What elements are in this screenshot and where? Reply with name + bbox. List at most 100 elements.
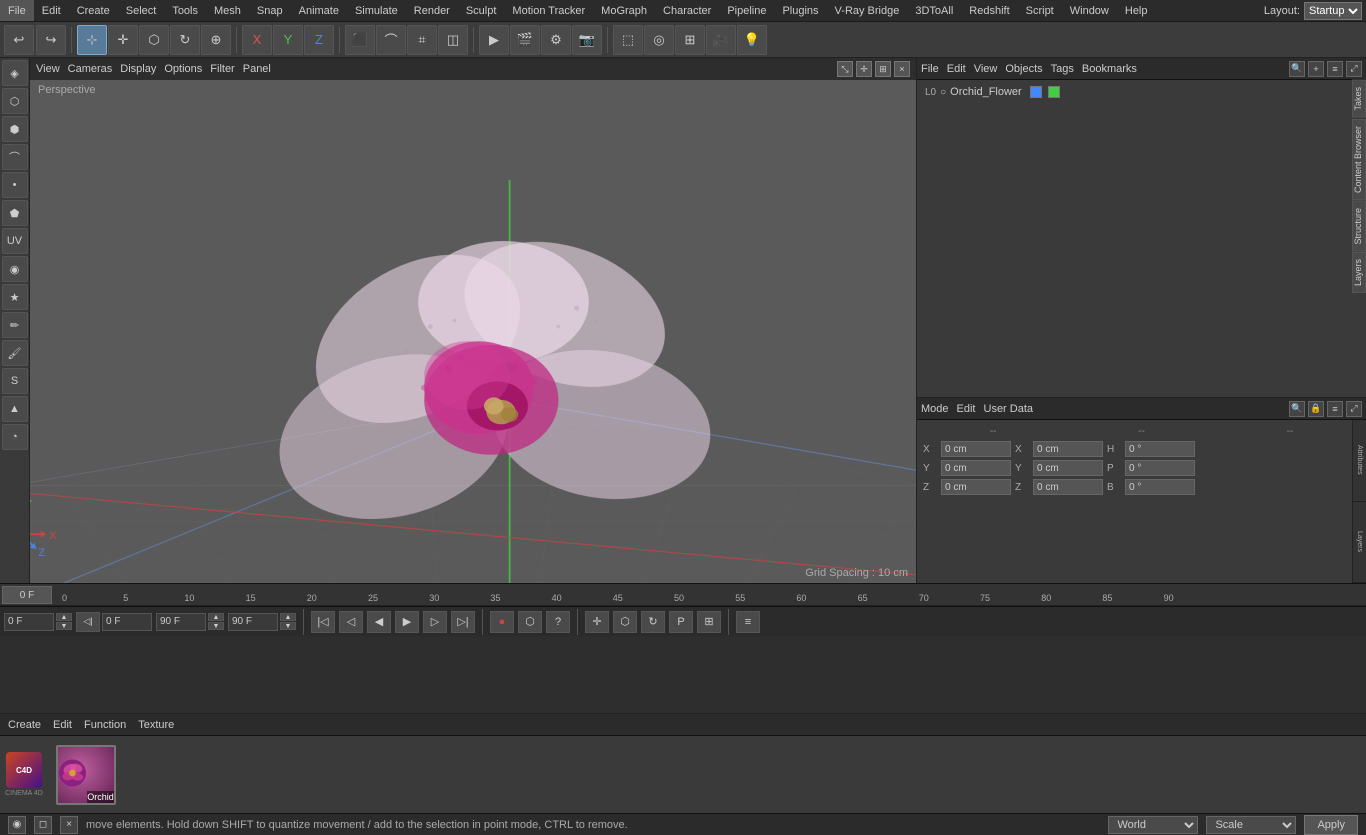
menu-character[interactable]: Character [655,0,719,21]
play-forward-btn[interactable]: ▶ [395,611,419,633]
objects-search-btn[interactable]: 🔍 [1289,61,1305,77]
menu-mograph[interactable]: MoGraph [593,0,655,21]
bp-create-btn[interactable]: Create [8,719,41,731]
mesh-mode-button[interactable]: ⬡ [2,88,28,114]
vp-icon-settings[interactable]: ⊞ [875,61,891,77]
tab-structure[interactable]: Structure [1352,201,1366,252]
object-toggle-chip[interactable] [1048,86,1060,98]
objects-objects-btn[interactable]: Objects [1005,63,1042,75]
attr-x-pos-input2[interactable] [1033,441,1103,457]
scale-key-btn[interactable]: ⬡ [613,611,637,633]
sculpt-mode-button[interactable]: ⬟ [2,200,28,226]
attr-edit-btn[interactable]: Edit [957,403,976,415]
material-thumbnail-orchid[interactable]: Orchid [56,745,116,805]
frame-start-input[interactable] [4,613,54,631]
menu-vray[interactable]: V-Ray Bridge [827,0,908,21]
attr-h-input[interactable] [1125,441,1195,457]
camera-nav-button[interactable]: 🎥 [706,25,736,55]
snap-tool-button[interactable]: S [2,368,28,394]
objects-config-btn[interactable]: ≡ [1327,61,1343,77]
objects-tags-btn[interactable]: Tags [1051,63,1074,75]
go-to-end-btn[interactable]: ▷| [451,611,475,633]
edge-mode-button[interactable]: ⌒ [2,144,28,170]
scale-dropdown[interactable]: Scale Uniform Non-Uniform [1206,816,1296,834]
vp-menu-cameras[interactable]: Cameras [68,63,113,75]
grid-button[interactable]: ⊞ [675,25,705,55]
y-axis-button[interactable]: Y [273,25,303,55]
attr-b-input[interactable] [1125,479,1195,495]
redo-button[interactable]: ↪ [36,25,66,55]
help-btn[interactable]: ? [546,611,570,633]
bp-function-btn[interactable]: Function [84,719,126,731]
timeline-settings-btn[interactable]: ≡ [736,611,760,633]
rotate-tool-button[interactable]: ↻ [170,25,200,55]
vp-icon-expand[interactable]: ⤡ [837,61,853,77]
object-row-orchid[interactable]: L0 ○ Orchid_Flower [921,84,1362,100]
draw-tool-button[interactable]: ✏ [2,312,28,338]
menu-tools[interactable]: Tools [164,0,206,21]
attr-tab-attributes[interactable]: Attributes [1353,420,1366,502]
vp-menu-panel[interactable]: Panel [243,63,271,75]
light-button[interactable]: 💡 [737,25,767,55]
objects-expand-btn[interactable]: ⤢ [1346,61,1362,77]
vp-menu-options[interactable]: Options [164,63,202,75]
paint-tool-button[interactable]: 🖌 [2,340,28,366]
camera-tool-button[interactable]: ◫ [438,25,468,55]
preview-start-btn[interactable]: ◁| [76,612,100,632]
preview-end-up[interactable]: ▲ [208,613,224,621]
objects-edit-btn[interactable]: Edit [947,63,966,75]
move-tool-button[interactable]: ✛ [108,25,138,55]
menu-file[interactable]: File [0,0,34,21]
render-viewport-button[interactable]: ▶ [479,25,509,55]
attr-search-btn[interactable]: 🔍 [1289,401,1305,417]
menu-simulate[interactable]: Simulate [347,0,406,21]
render-settings-button[interactable]: ⚙ [541,25,571,55]
attr-lock-btn[interactable]: 🔒 [1308,401,1324,417]
menu-mesh[interactable]: Mesh [206,0,249,21]
bp-edit-btn[interactable]: Edit [53,719,72,731]
select-tool-button[interactable]: ⊹ [77,25,107,55]
tab-content-browser[interactable]: Content Browser [1352,119,1366,200]
live-mode-button[interactable]: ★ [2,284,28,310]
tab-takes[interactable]: Takes [1352,80,1366,118]
objects-file-btn[interactable]: File [921,63,939,75]
step-forward-btn[interactable]: ▷ [423,611,447,633]
sky-button[interactable]: ◎ [644,25,674,55]
menu-3dtoall[interactable]: 3DToAll [907,0,961,21]
step-back-btn[interactable]: ◁ [339,611,363,633]
deformer-tool-button[interactable]: ⌗ [407,25,437,55]
status-icon-2[interactable]: ◻ [34,816,52,834]
poly-mode-button[interactable]: ⬢ [2,116,28,142]
cube-tool-button[interactable]: ⬛ [345,25,375,55]
vp-menu-filter[interactable]: Filter [210,63,234,75]
attr-y-pos-input2[interactable] [1033,460,1103,476]
object-color-chip[interactable] [1030,86,1042,98]
smear-tool-button[interactable]: ◔ [2,424,28,450]
record-btn[interactable]: ● [490,611,514,633]
menu-help[interactable]: Help [1117,0,1156,21]
attr-x-pos-input[interactable] [941,441,1011,457]
status-icon-3[interactable]: × [60,816,78,834]
objects-add-btn[interactable]: + [1308,61,1324,77]
preview-start-input[interactable] [102,613,152,631]
vp-menu-view[interactable]: View [36,63,60,75]
attr-mode-btn[interactable]: Mode [921,403,949,415]
frame-start-up[interactable]: ▲ [56,613,72,621]
attr-config-btn[interactable]: ≡ [1327,401,1343,417]
vp-icon-move[interactable]: ✛ [856,61,872,77]
go-to-start-btn[interactable]: |◁ [311,611,335,633]
move-key-btn[interactable]: ✛ [585,611,609,633]
z-axis-button[interactable]: Z [304,25,334,55]
floor-button[interactable]: ⬚ [613,25,643,55]
menu-plugins[interactable]: Plugins [774,0,826,21]
world-dropdown[interactable]: World Object Camera [1108,816,1198,834]
x-axis-button[interactable]: X [242,25,272,55]
preview-end-down[interactable]: ▼ [208,622,224,630]
menu-edit[interactable]: Edit [34,0,69,21]
fill-tool-button[interactable]: ▲ [2,396,28,422]
bp-texture-btn[interactable]: Texture [138,719,174,731]
menu-create[interactable]: Create [69,0,118,21]
tab-layers[interactable]: Layers [1352,252,1366,293]
spline-tool-button[interactable]: ⌒ [376,25,406,55]
motion-mode-button[interactable]: ◉ [2,256,28,282]
